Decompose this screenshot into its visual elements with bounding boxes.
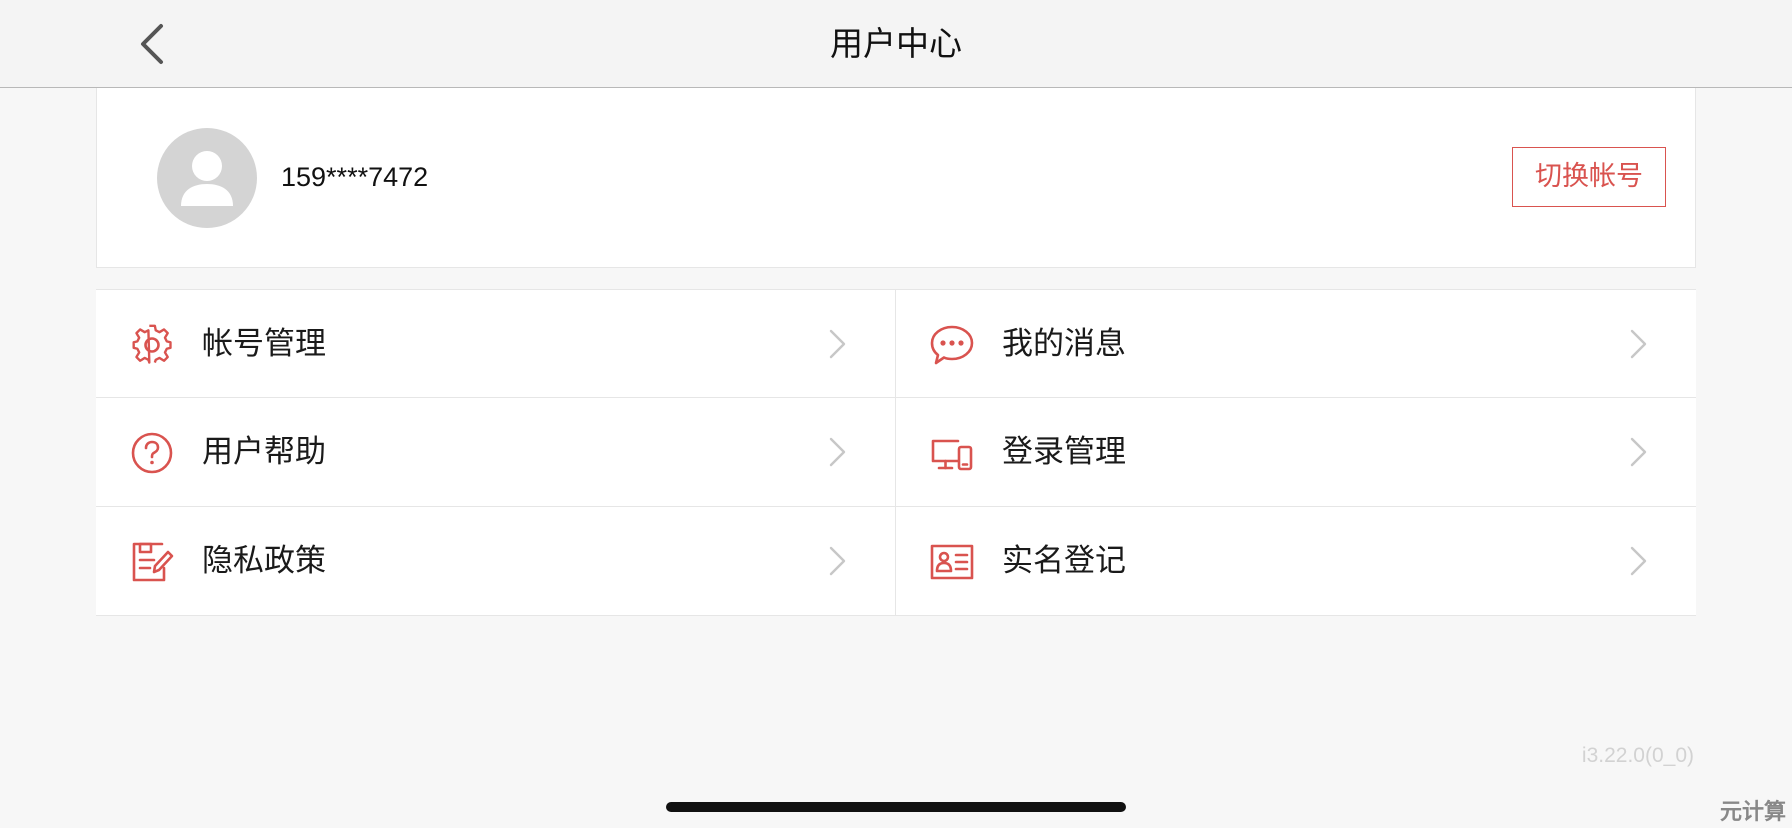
menu-item-my-messages[interactable]: 我的消息 xyxy=(896,290,1696,398)
menu-label: 登录管理 xyxy=(1002,434,1126,470)
chevron-left-icon xyxy=(141,24,163,64)
menu-label: 用户帮助 xyxy=(202,434,326,470)
menu-label: 隐私政策 xyxy=(202,543,326,579)
menu-label: 我的消息 xyxy=(1002,326,1126,362)
user-avatar-icon xyxy=(181,151,233,206)
phone-number: 159****7472 xyxy=(281,162,429,192)
id-card-icon xyxy=(930,544,974,580)
gear-icon xyxy=(132,324,172,364)
menu-label: 实名登记 xyxy=(1002,543,1126,579)
chevron-right-icon xyxy=(1630,546,1647,576)
back-button[interactable] xyxy=(126,18,178,70)
chat-bubble-icon xyxy=(930,325,974,365)
question-circle-icon xyxy=(131,432,173,474)
version-label: i3.22.0(0_0) xyxy=(1581,744,1694,767)
menu-label: 帐号管理 xyxy=(202,326,326,362)
switch-account-button[interactable]: 切换帐号 xyxy=(1512,147,1666,207)
chevron-right-icon xyxy=(829,546,846,576)
chevron-right-icon xyxy=(1630,437,1647,467)
menu-item-real-name-registration[interactable]: 实名登记 xyxy=(896,507,1696,615)
avatar[interactable] xyxy=(157,128,257,228)
chevron-right-icon xyxy=(1630,329,1647,359)
menu-item-account-management[interactable]: 帐号管理 xyxy=(96,290,896,398)
chevron-right-icon xyxy=(829,437,846,467)
menu-grid: 帐号管理 我的消息 用户帮助 登录管理 隐私政策 实名登记 xyxy=(96,289,1696,616)
chevron-right-icon xyxy=(829,329,846,359)
watermark: 元计算 xyxy=(1719,800,1786,825)
menu-item-login-management[interactable]: 登录管理 xyxy=(896,398,1696,507)
home-indicator[interactable] xyxy=(666,802,1126,812)
menu-item-privacy-policy[interactable]: 隐私政策 xyxy=(96,507,896,615)
profile-card: 159****7472 切换帐号 xyxy=(96,88,1696,268)
menu-item-user-help[interactable]: 用户帮助 xyxy=(96,398,896,507)
page-title: 用户中心 xyxy=(830,24,962,63)
devices-icon xyxy=(931,439,973,471)
document-edit-icon xyxy=(132,542,174,582)
nav-bar: 用户中心 xyxy=(0,0,1792,88)
